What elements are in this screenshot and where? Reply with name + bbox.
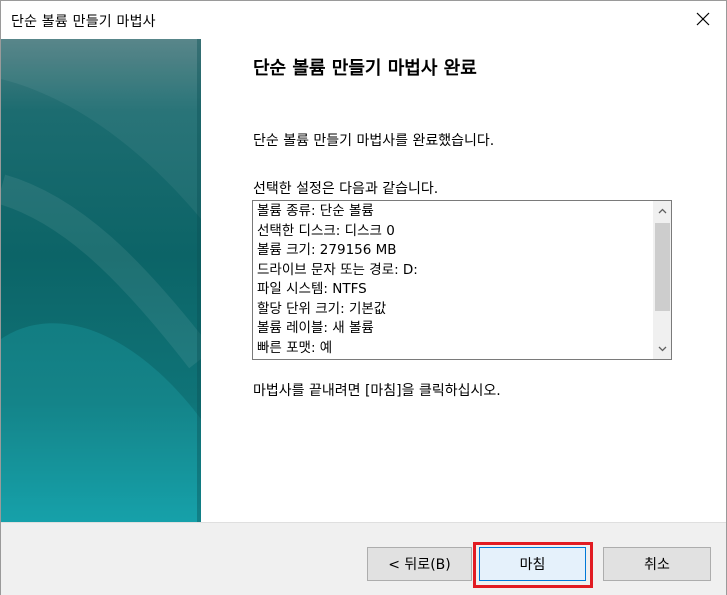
list-item: 볼륨 크기: 279156 MB xyxy=(257,242,397,258)
list-item: 할당 단위 크기: 기본값 xyxy=(257,300,387,317)
wizard-window: 단순 볼륨 만들기 마법사 단순 볼륨 만들기 마법사 완료 단순 볼륨 만들기… xyxy=(0,0,727,595)
settings-list-items: 볼륨 종류: 단순 볼륨 선택한 디스크: 디스크 0 볼륨 크기: 27915… xyxy=(257,202,418,358)
cancel-button[interactable]: 취소 xyxy=(603,547,711,581)
scroll-up-button[interactable] xyxy=(653,201,671,221)
close-icon xyxy=(696,12,710,26)
page-title: 단순 볼륨 만들기 마법사 완료 xyxy=(253,58,477,79)
close-instruction: 마법사를 끝내려면 [마침]을 클릭하십시오. xyxy=(253,383,501,399)
list-item: 드라이브 문자 또는 경로: D: xyxy=(257,261,418,278)
button-bar: < 뒤로(B) 마침 취소 xyxy=(1,523,726,595)
list-item: 파일 시스템: NTFS xyxy=(257,281,367,297)
scroll-down-button[interactable] xyxy=(653,339,671,359)
settings-intro: 선택한 설정은 다음과 같습니다. xyxy=(253,181,439,197)
settings-summary-list[interactable]: 볼륨 종류: 단순 볼륨 선택한 디스크: 디스크 0 볼륨 크기: 27915… xyxy=(252,200,672,360)
chevron-down-icon xyxy=(658,346,666,352)
title-bar: 단순 볼륨 만들기 마법사 xyxy=(1,1,726,39)
list-item: 볼륨 레이블: 새 볼륨 xyxy=(257,320,374,336)
window-title: 단순 볼륨 만들기 마법사 xyxy=(11,14,156,30)
completed-text: 단순 볼륨 만들기 마법사를 완료했습니다. xyxy=(253,133,495,149)
vertical-scrollbar[interactable] xyxy=(653,201,671,359)
finish-button[interactable]: 마침 xyxy=(479,547,586,581)
wizard-banner-image xyxy=(1,39,201,522)
list-item: 볼륨 종류: 단순 볼륨 xyxy=(257,203,374,219)
list-item: 선택한 디스크: 디스크 0 xyxy=(257,222,395,239)
close-button[interactable] xyxy=(680,1,726,37)
scroll-thumb[interactable] xyxy=(655,223,670,311)
content-panel: 단순 볼륨 만들기 마법사 완료 단순 볼륨 만들기 마법사를 완료했습니다. … xyxy=(201,39,726,522)
chevron-up-icon xyxy=(658,208,666,214)
list-item: 빠른 포맷: 예 xyxy=(257,339,333,356)
back-button[interactable]: < 뒤로(B) xyxy=(367,547,472,581)
